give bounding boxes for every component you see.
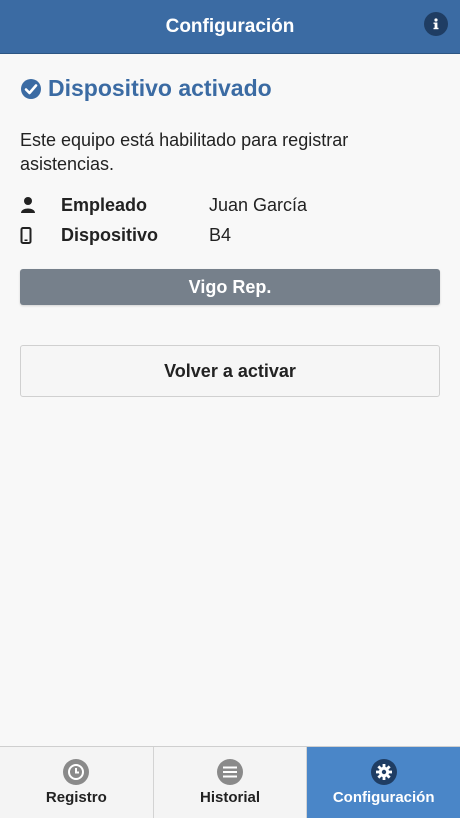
tab-historial-label: Historial	[200, 789, 261, 806]
mobile-icon	[20, 226, 32, 244]
device-row: Dispositivo B4	[20, 220, 440, 250]
device-info: Empleado Juan García Dispositivo B4	[20, 190, 440, 250]
group-button[interactable]: Vigo Rep.	[20, 269, 440, 305]
tab-historial[interactable]: Historial	[153, 747, 308, 818]
device-label: Dispositivo	[61, 224, 159, 245]
gear-icon	[375, 764, 392, 780]
employee-label: Empleado	[61, 194, 148, 215]
app-header: Configuración	[0, 0, 460, 54]
main-content: Dispositivo activado Este equipo está ha…	[20, 53, 440, 397]
info-icon	[433, 18, 439, 30]
clock-icon	[68, 764, 85, 780]
status-title: Dispositivo activado	[48, 75, 272, 101]
description-text: Este equipo está habilitado para registr…	[20, 130, 349, 174]
check-circle-icon	[21, 78, 41, 99]
tab-bar: Registro Historial Configuración	[0, 746, 460, 818]
tab-registro[interactable]: Registro	[0, 747, 154, 818]
page-title: Configuración	[165, 15, 295, 37]
user-icon	[21, 197, 35, 213]
activation-status: Dispositivo activado	[20, 75, 440, 102]
tab-registro-label: Registro	[45, 789, 107, 806]
list-icon	[223, 766, 237, 778]
tab-configuracion[interactable]: Configuración	[307, 747, 460, 818]
tab-configuracion-label: Configuración	[332, 789, 435, 806]
employee-value: Juan García	[209, 194, 308, 215]
employee-row: Empleado Juan García	[20, 190, 440, 220]
info-button[interactable]	[424, 12, 448, 36]
reactivate-button[interactable]: Volver a activar	[20, 345, 440, 397]
device-value: B4	[209, 224, 232, 245]
